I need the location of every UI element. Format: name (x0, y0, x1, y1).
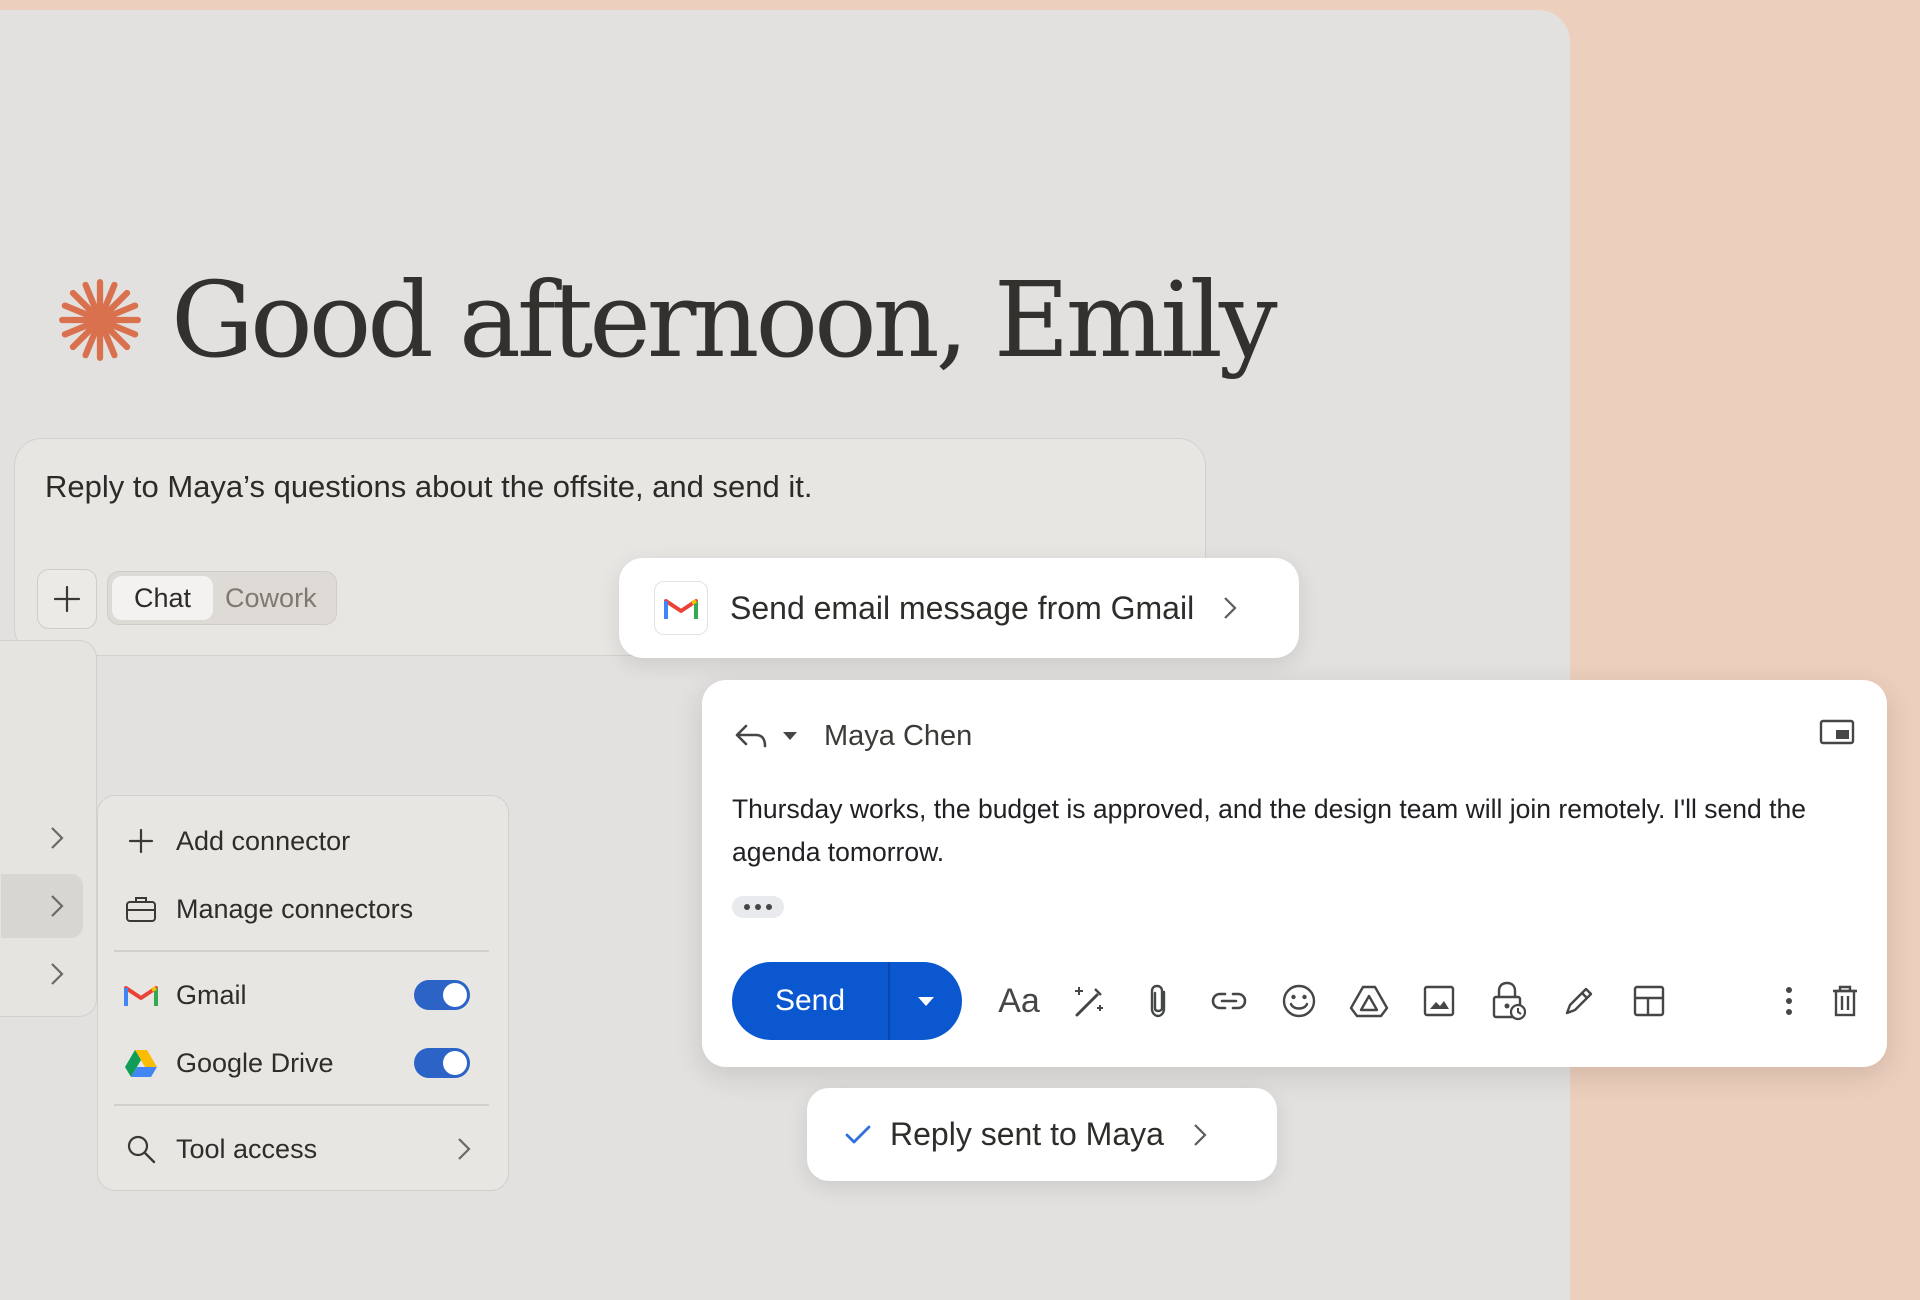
add-connector-label: Add connector (176, 825, 351, 856)
chevron-right-icon (1194, 1123, 1207, 1146)
chevron-right-icon (51, 895, 64, 917)
caret-down-icon (918, 996, 934, 1006)
check-icon (845, 1125, 871, 1143)
formatting-options-button[interactable]: Aa (984, 975, 1054, 1027)
more-options-button[interactable] (1763, 975, 1815, 1027)
email-header: Maya Chen (734, 708, 972, 764)
connector-gmail-label: Gmail (176, 979, 247, 1010)
google-drive-toggle[interactable] (414, 1048, 470, 1078)
gmail-icon (664, 599, 698, 619)
connector-google-drive: Google Drive (124, 1035, 494, 1091)
add-connector-item[interactable]: Add connector (124, 813, 494, 869)
prompt-input[interactable]: Reply to Maya’s questions about the offs… (45, 469, 812, 505)
lock-clock-icon (1492, 981, 1527, 1021)
google-drive-outline-icon (1349, 985, 1389, 1018)
claude-star-icon (59, 279, 141, 361)
add-button[interactable] (37, 569, 97, 629)
connector-google-drive-label: Google Drive (176, 1047, 334, 1078)
tab-cowork[interactable]: Cowork (213, 576, 329, 620)
side-row[interactable] (1, 942, 83, 1006)
caret-down-icon[interactable] (782, 731, 798, 741)
link-icon (1211, 992, 1247, 1010)
trash-icon (1833, 985, 1857, 1017)
side-row-selected[interactable] (1, 874, 83, 938)
tool-call-label: Send email message from Gmail (730, 589, 1195, 626)
search-icon (127, 1135, 156, 1164)
insert-emoji-button[interactable] (1264, 975, 1334, 1027)
image-icon (1423, 985, 1455, 1017)
greeting: Good afternoon, Emily (55, 250, 1278, 390)
tool-access-label: Tool access (176, 1133, 318, 1164)
show-trimmed-content-button[interactable] (732, 896, 784, 918)
tool-call-pill[interactable]: Send email message from Gmail (619, 558, 1299, 658)
discard-draft-button[interactable] (1819, 975, 1871, 1027)
menu-divider (114, 950, 489, 952)
side-row[interactable] (1, 806, 83, 870)
pop-out-icon[interactable] (1819, 718, 1855, 746)
insert-signature-button[interactable] (1544, 975, 1614, 1027)
confidential-mode-button[interactable] (1474, 975, 1544, 1027)
attach-file-button[interactable] (1124, 975, 1194, 1027)
layouts-button[interactable] (1614, 975, 1684, 1027)
gmail-logo (654, 581, 708, 635)
send-options-button[interactable] (890, 962, 962, 1040)
email-body[interactable]: Thursday works, the budget is approved, … (732, 788, 1852, 874)
google-drive-icon (125, 1050, 157, 1077)
side-panel (0, 640, 97, 1017)
insert-drive-file-button[interactable] (1334, 975, 1404, 1027)
result-pill[interactable]: Reply sent to Maya (807, 1088, 1277, 1181)
connector-gmail: Gmail (124, 967, 494, 1023)
result-label: Reply sent to Maya (890, 1116, 1164, 1152)
format-text-icon: Aa (998, 981, 1040, 1020)
menu-divider (114, 1104, 489, 1106)
chevron-right-icon (458, 1138, 471, 1160)
layout-icon (1633, 985, 1665, 1017)
pen-icon (1565, 987, 1593, 1015)
more-horizontal-icon (744, 904, 772, 910)
send-button-group: Send (732, 962, 962, 1040)
plus-icon (128, 828, 154, 854)
insert-link-button[interactable] (1194, 975, 1264, 1027)
insert-photo-button[interactable] (1404, 975, 1474, 1027)
help-me-write-button[interactable] (1054, 975, 1124, 1027)
paperclip-icon (1150, 984, 1166, 1018)
briefcase-icon (126, 897, 156, 922)
chevron-right-icon (1224, 597, 1237, 619)
plus-icon (53, 585, 81, 613)
chevron-right-icon (51, 963, 64, 985)
manage-connectors-label: Manage connectors (176, 893, 414, 924)
compose-toolbar: Aa (984, 975, 1684, 1027)
mode-toggle: Chat Cowork (107, 571, 337, 625)
email-compose-card: Maya Chen Thursday works, the budget is … (702, 680, 1887, 1067)
manage-connectors-item[interactable]: Manage connectors (124, 881, 494, 937)
connector-menu: Add connector Manage connectors Gmail Go… (97, 795, 509, 1191)
tab-chat[interactable]: Chat (112, 576, 214, 620)
more-vertical-icon (1786, 987, 1792, 1015)
gmail-toggle[interactable] (414, 980, 470, 1010)
magic-pen-icon (1075, 987, 1103, 1017)
greeting-title: Good afternoon, Emily (171, 259, 1278, 381)
tool-access-item[interactable]: Tool access (124, 1121, 494, 1177)
reply-icon[interactable] (734, 722, 768, 750)
chevron-right-icon (51, 827, 64, 849)
send-button[interactable]: Send (732, 962, 890, 1040)
emoji-icon (1282, 984, 1316, 1018)
gmail-icon (124, 986, 158, 1006)
email-recipient[interactable]: Maya Chen (824, 720, 972, 753)
